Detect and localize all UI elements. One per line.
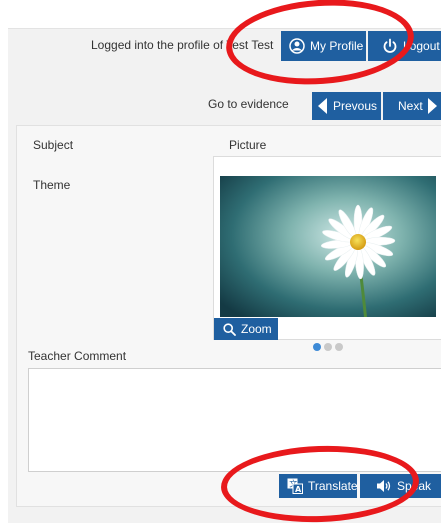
speaker-icon	[377, 480, 391, 492]
go-to-evidence-text: Go to evidence	[208, 97, 289, 111]
zoom-button[interactable]: Zoom	[214, 318, 278, 340]
my-profile-button[interactable]: My Profile	[281, 31, 366, 61]
logout-label: Logout	[403, 39, 440, 53]
speak-label: Speak	[397, 479, 432, 493]
previous-label: Prevous	[333, 99, 378, 113]
my-profile-label: My Profile	[310, 39, 364, 53]
next-button[interactable]: Next	[383, 92, 441, 120]
power-icon	[383, 38, 397, 53]
subject-label: Subject	[33, 138, 74, 152]
theme-label: Theme	[33, 178, 71, 192]
teacher-comment-field[interactable]	[28, 368, 441, 472]
next-label: Next	[398, 99, 423, 113]
logout-button[interactable]: Logout	[368, 31, 441, 61]
translate-button[interactable]: 文 A Translate	[279, 474, 358, 498]
previous-button[interactable]: Prevous	[312, 92, 381, 120]
picture-label: Picture	[229, 138, 267, 152]
translate-icon: 文 A	[287, 478, 303, 494]
carousel-dot-3[interactable]	[335, 343, 343, 351]
logged-in-text: Logged into the profile of Test Test	[91, 38, 274, 52]
magnifier-icon	[223, 322, 236, 336]
carousel-dot-1[interactable]	[313, 343, 321, 351]
zoom-label: Zoom	[241, 322, 272, 336]
speak-button[interactable]: Speak	[360, 474, 441, 498]
arrow-left-icon	[318, 98, 327, 114]
arrow-right-icon	[427, 98, 437, 114]
translate-label: Translate	[308, 479, 358, 493]
user-circle-icon	[289, 38, 305, 54]
carousel-dot-2[interactable]	[324, 343, 332, 351]
daisy-photo[interactable]	[220, 176, 436, 317]
svg-text:A: A	[295, 485, 302, 494]
teacher-comment-label: Teacher Comment	[28, 349, 127, 363]
